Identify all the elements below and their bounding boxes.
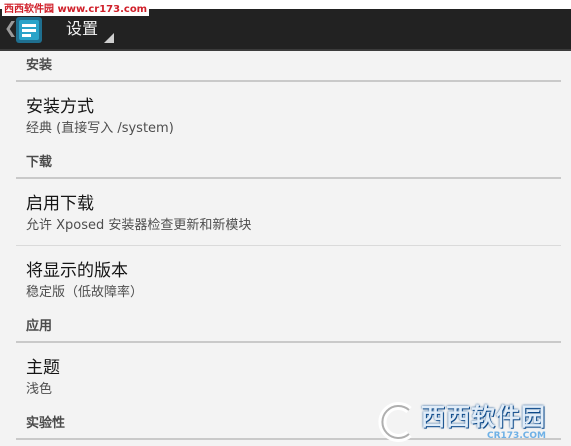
pref-enable-downloads[interactable]: 启用下载 允许 Xposed 安装器检查更新和新模块 xyxy=(16,179,561,246)
pref-summary: 稳定版（低故障率） xyxy=(26,285,144,300)
watermark-logo: 西西软件园 CR173.COM xyxy=(369,400,569,444)
watermark-logo-text: 西西软件园 xyxy=(421,403,546,431)
preference-list: 安装 安装方式 经典 (直接写入 /system) 下载 启用下载 允许 Xpo… xyxy=(0,51,571,446)
category-label: 应用 xyxy=(26,319,53,334)
pref-title: 主题 xyxy=(26,358,60,378)
watermark-c-icon xyxy=(378,402,412,442)
xposed-app-icon[interactable] xyxy=(14,15,44,45)
pref-install-method[interactable]: 安装方式 经典 (直接写入 /system) xyxy=(16,82,561,148)
pref-title: 将显示的版本 xyxy=(26,261,128,281)
pref-summary: 允许 Xposed 安装器检查更新和新模块 xyxy=(26,218,252,233)
category-download: 下载 xyxy=(16,148,561,179)
dropdown-indicator-icon xyxy=(104,33,114,43)
settings-screen: 西西软件园 www.cr173.com ❮ 设置 安装 安装方式 经典 (直接写… xyxy=(0,0,571,446)
category-install: 安装 xyxy=(16,51,561,82)
pref-summary: 经典 (直接写入 /system) xyxy=(26,121,174,136)
pref-title: 安装方式 xyxy=(26,97,94,117)
page-title: 设置 xyxy=(66,19,99,38)
category-label: 安装 xyxy=(26,58,53,73)
category-app: 应用 xyxy=(16,312,561,343)
up-navigation-icon[interactable]: ❮ xyxy=(4,20,17,36)
category-label: 实验性 xyxy=(26,416,66,431)
watermark-top-text: 西西软件园 www.cr173.com xyxy=(2,4,150,16)
pref-release-type[interactable]: 将显示的版本 稳定版（低故障率） xyxy=(16,246,561,312)
category-label: 下载 xyxy=(26,155,53,170)
pref-summary: 浅色 xyxy=(26,382,53,397)
watermark-logo-url: CR173.COM xyxy=(487,431,546,441)
pref-title: 启用下载 xyxy=(26,194,94,214)
